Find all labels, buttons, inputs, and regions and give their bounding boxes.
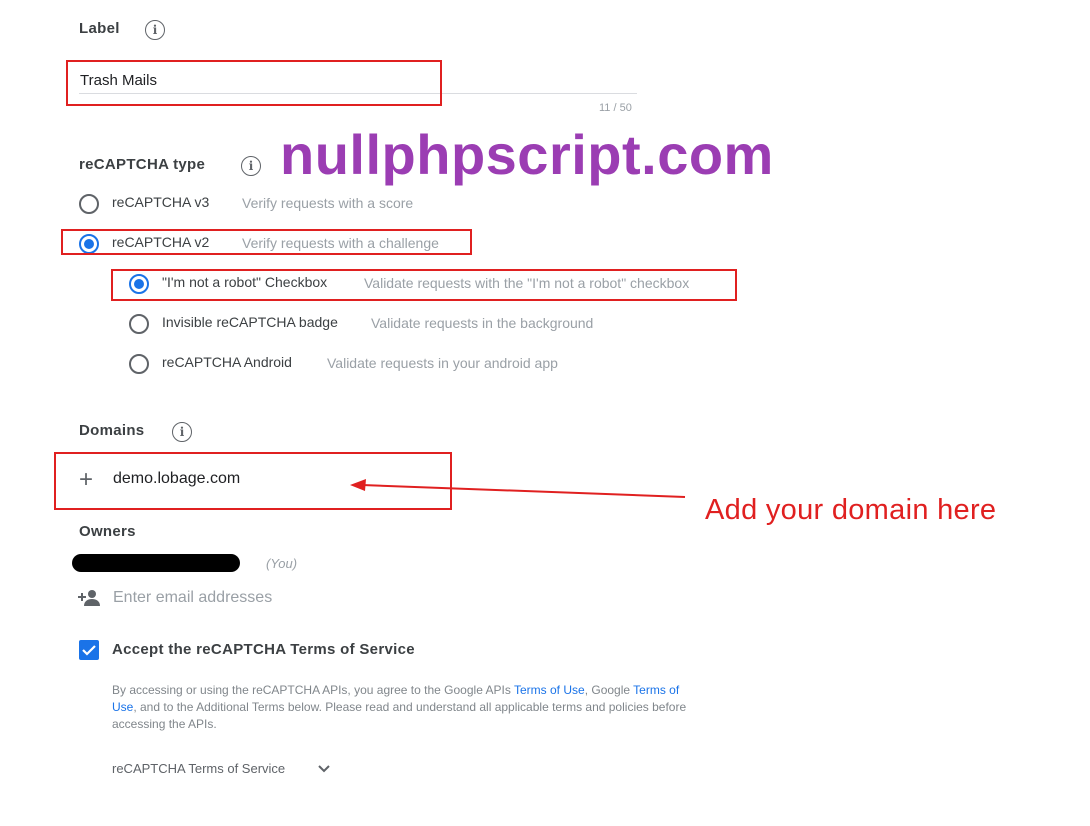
label-title: Label [79,20,120,37]
radio-invisible-badge-label[interactable]: Invisible reCAPTCHA badge [162,314,338,330]
domains-title: Domains [79,422,145,439]
watermark-text: nullphpscript.com [280,123,774,186]
accept-terms-checkbox[interactable] [79,640,99,660]
recaptcha-type-info-icon[interactable]: i [241,156,261,176]
terms-body-part3: , and to the Additional Terms below. Ple… [112,700,687,731]
radio-recaptcha-v3-label[interactable]: reCAPTCHA v3 [112,194,209,210]
terms-dropdown-label[interactable]: reCAPTCHA Terms of Service [112,761,285,776]
chevron-down-icon[interactable] [317,764,331,774]
radio-android[interactable] [129,354,149,374]
radio-invisible-badge-description: Validate requests in the background [371,315,594,331]
label-info-icon[interactable]: i [145,20,165,40]
owner-you-label: (You) [266,556,298,571]
radio-android-description: Validate requests in your android app [327,355,558,371]
radio-android-label[interactable]: reCAPTCHA Android [162,354,292,370]
checkbox-type-highlight-box [111,269,737,301]
google-apis-terms-link[interactable]: Terms of Use [514,683,585,697]
checkmark-icon [82,645,96,656]
terms-body-part2: , Google [584,683,634,697]
owner-email-input[interactable]: Enter email addresses [113,589,272,607]
recaptcha-type-title: reCAPTCHA type [79,156,206,173]
owners-title: Owners [79,523,136,540]
annotation-arrow [350,479,686,498]
annotation-text: Add your domain here [705,494,997,526]
label-highlight-box [66,60,442,106]
accept-terms-label[interactable]: Accept the reCAPTCHA Terms of Service [112,641,415,658]
label-char-counter: 11 / 50 [599,102,632,114]
redacted-owner-email [72,554,240,572]
radio-recaptcha-v3-description: Verify requests with a score [242,195,414,211]
radio-recaptcha-v3[interactable] [79,194,99,214]
v2-highlight-box [61,229,472,255]
person-add-icon[interactable] [77,588,101,608]
domains-info-icon[interactable]: i [172,422,192,442]
radio-invisible-badge[interactable] [129,314,149,334]
terms-body-part1: By accessing or using the reCAPTCHA APIs… [112,683,514,697]
terms-body: By accessing or using the reCAPTCHA APIs… [112,682,692,733]
